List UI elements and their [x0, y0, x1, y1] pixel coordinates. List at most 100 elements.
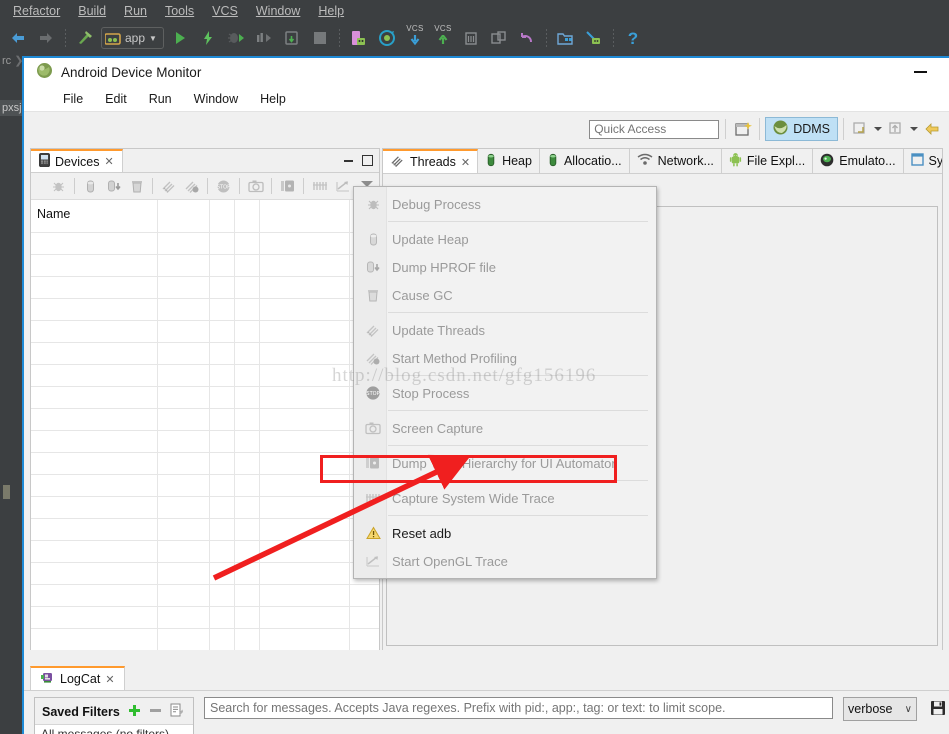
android-globe-icon: [36, 62, 53, 84]
menu-item-cause-gc[interactable]: Cause GC: [354, 281, 656, 309]
menu-item-stop-process[interactable]: STOP Stop Process: [354, 379, 656, 407]
run-config-chip[interactable]: app ▼: [101, 26, 164, 50]
hide-toolbar-icon[interactable]: [921, 118, 943, 140]
menu-item-debug-process[interactable]: Debug Process: [354, 190, 656, 218]
devices-view-buttons: [344, 154, 373, 166]
minus-icon[interactable]: [149, 704, 162, 720]
devices-table[interactable]: Name: [31, 200, 379, 650]
adm-menu-run[interactable]: Run: [138, 92, 183, 106]
close-icon[interactable]: ✕: [105, 673, 114, 686]
run-icon[interactable]: [168, 26, 192, 50]
update-heap-icon[interactable]: [79, 175, 102, 197]
tab-allocation-tracker[interactable]: Allocatio...: [539, 149, 630, 173]
menu-item-capture-system-wide-trace[interactable]: Capture System Wide Trace: [354, 484, 656, 512]
plus-icon[interactable]: [128, 704, 141, 720]
android-module-icon: [105, 32, 121, 45]
undo-icon[interactable]: [515, 26, 539, 50]
save-log-icon[interactable]: [927, 697, 949, 719]
menu-item-start-method-profiling[interactable]: Start Method Profiling: [354, 344, 656, 372]
restore-perspective-icon[interactable]: [885, 118, 907, 140]
tab-logcat[interactable]: LogCat ✕: [30, 666, 125, 690]
project-structure-icon[interactable]: [554, 26, 578, 50]
tab-network[interactable]: Network...: [629, 149, 722, 173]
ide-editor-tab[interactable]: pxsj: [0, 100, 22, 116]
tab-file-explorer[interactable]: File Expl...: [721, 149, 814, 173]
chevron-down-icon-2[interactable]: [910, 127, 918, 131]
debug-process-icon: [360, 193, 386, 215]
tab-threads[interactable]: Threads ✕: [383, 149, 479, 173]
screen-capture-icon[interactable]: [244, 175, 267, 197]
menu-item-dump-hprof-file[interactable]: Dump HPROF file: [354, 253, 656, 281]
avd-manager-icon[interactable]: [347, 26, 371, 50]
minimize-perspective-icon[interactable]: [849, 118, 871, 140]
layout-inspector-icon[interactable]: [582, 26, 606, 50]
back-arrow-icon[interactable]: [6, 26, 30, 50]
attach-debugger-icon[interactable]: [280, 26, 304, 50]
menu-item-update-threads[interactable]: Update Threads: [354, 316, 656, 344]
tab-system-information[interactable]: System: [903, 149, 942, 173]
ide-menu-build[interactable]: Build: [69, 0, 115, 22]
chevron-down-icon[interactable]: [874, 127, 882, 131]
menu-separator-2: [388, 312, 648, 313]
tab-devices[interactable]: Devices ✕: [31, 149, 123, 172]
ide-menu-tools[interactable]: Tools: [156, 0, 203, 22]
maximize-view-icon[interactable]: [362, 155, 373, 166]
close-icon[interactable]: ✕: [461, 156, 470, 169]
ide-menu-refactor[interactable]: Refactor: [4, 0, 69, 22]
forward-arrow-icon[interactable]: [34, 26, 58, 50]
file-explorer-icon: [729, 152, 742, 170]
chevron-down-icon: ▼: [149, 33, 157, 43]
dump-hprof-icon[interactable]: [102, 175, 125, 197]
vcs-history-icon[interactable]: [459, 26, 483, 50]
saved-filters-list-item[interactable]: All messages (no filters): [35, 724, 193, 734]
start-opengl-trace-icon[interactable]: [331, 175, 354, 197]
coolbar-separator-2: [759, 118, 761, 140]
log-level-select[interactable]: verbose ∨: [843, 697, 917, 721]
ide-menu-help[interactable]: Help: [309, 0, 353, 22]
profile-icon[interactable]: [252, 26, 276, 50]
ide-menu-window[interactable]: Window: [247, 0, 309, 22]
menu-item-update-heap[interactable]: Update Heap: [354, 225, 656, 253]
perspective-ddms-button[interactable]: DDMS: [765, 117, 838, 141]
start-method-profiling-icon[interactable]: [180, 175, 203, 197]
vcs-commit-icon[interactable]: VCS: [431, 25, 455, 50]
tab-emulator-control[interactable]: Emulato...: [813, 149, 904, 173]
cause-gc-icon[interactable]: [125, 175, 148, 197]
vcs-update-icon[interactable]: VCS: [403, 25, 427, 50]
adm-menu-file[interactable]: File: [52, 92, 94, 106]
menu-item-reset-adb[interactable]: Reset adb: [354, 519, 656, 547]
minimize-view-icon[interactable]: [344, 160, 353, 162]
vcs-diff-icon[interactable]: [487, 26, 511, 50]
dump-view-hierarchy-icon[interactable]: [276, 175, 299, 197]
update-threads-icon[interactable]: [157, 175, 180, 197]
stop-icon[interactable]: [308, 26, 332, 50]
dump-view-hierarchy-icon: [360, 452, 386, 474]
adm-menu-help[interactable]: Help: [249, 92, 297, 106]
quick-access-input[interactable]: [589, 119, 720, 139]
ide-menubar: Refactor Build Run Tools VCS Window Help: [0, 0, 949, 22]
debug-icon[interactable]: [224, 26, 248, 50]
menu-item-label: Update Threads: [392, 322, 485, 338]
apply-changes-icon[interactable]: [196, 26, 220, 50]
adm-menu-edit[interactable]: Edit: [94, 92, 138, 106]
adm-menu-window[interactable]: Window: [183, 92, 249, 106]
capture-system-trace-icon[interactable]: [308, 175, 331, 197]
logcat-search-input[interactable]: [204, 697, 833, 719]
sdk-manager-icon[interactable]: [375, 26, 399, 50]
ide-menu-vcs[interactable]: VCS: [203, 0, 247, 22]
stop-process-icon[interactable]: STOP: [212, 175, 235, 197]
coolbar-separator: [725, 119, 727, 139]
close-icon[interactable]: ✕: [104, 155, 113, 168]
debug-process-icon[interactable]: [47, 175, 70, 197]
ide-menu-run[interactable]: Run: [115, 0, 156, 22]
menu-item-start-opengl-trace[interactable]: Start OpenGL Trace: [354, 547, 656, 575]
open-perspective-icon[interactable]: [732, 118, 754, 140]
tab-heap[interactable]: Heap: [478, 149, 540, 173]
help-icon[interactable]: ?: [621, 26, 645, 50]
menu-item-dump-view-hierarchy[interactable]: Dump View Hierarchy for UI Automator: [354, 449, 656, 477]
menu-item-screen-capture[interactable]: Screen Capture: [354, 414, 656, 442]
menu-item-label: Cause GC: [392, 287, 453, 303]
build-hammer-icon[interactable]: [73, 26, 97, 50]
edit-filter-icon[interactable]: [170, 703, 183, 720]
minimize-button[interactable]: [914, 71, 927, 73]
